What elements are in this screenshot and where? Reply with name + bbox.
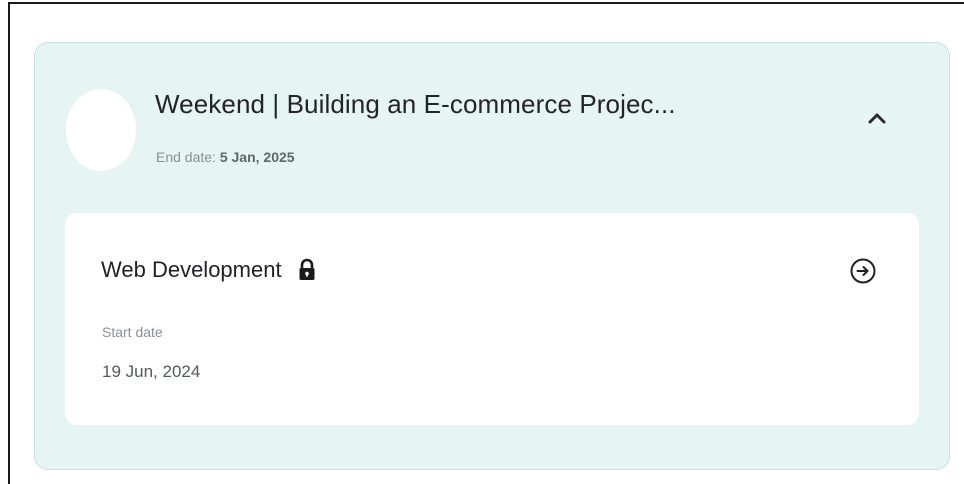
course-avatar xyxy=(66,89,136,171)
course-title[interactable]: Weekend | Building an E-commerce Projec.… xyxy=(155,89,676,120)
open-module-button[interactable] xyxy=(843,251,883,291)
collapse-button[interactable] xyxy=(857,99,897,139)
end-date-value: 5 Jan, 2025 xyxy=(219,149,295,165)
module-card[interactable]: Web Development Start date 19 Jun, 2024 xyxy=(65,213,919,425)
chevron-up-icon xyxy=(868,113,886,124)
course-end-date: End date: 5 Jan, 2025 xyxy=(156,149,295,165)
module-name: Web Development xyxy=(101,257,282,282)
course-card: Weekend | Building an E-commerce Projec.… xyxy=(34,42,950,470)
lock-icon xyxy=(299,258,315,280)
start-date-value: 19 Jun, 2024 xyxy=(102,362,201,381)
module-heading: Web Development xyxy=(101,257,316,283)
end-date-label: End date: xyxy=(156,149,216,165)
start-date-label: Start date xyxy=(102,324,163,340)
page-frame: Weekend | Building an E-commerce Projec.… xyxy=(8,2,964,484)
arrow-right-circle-icon xyxy=(850,258,876,284)
